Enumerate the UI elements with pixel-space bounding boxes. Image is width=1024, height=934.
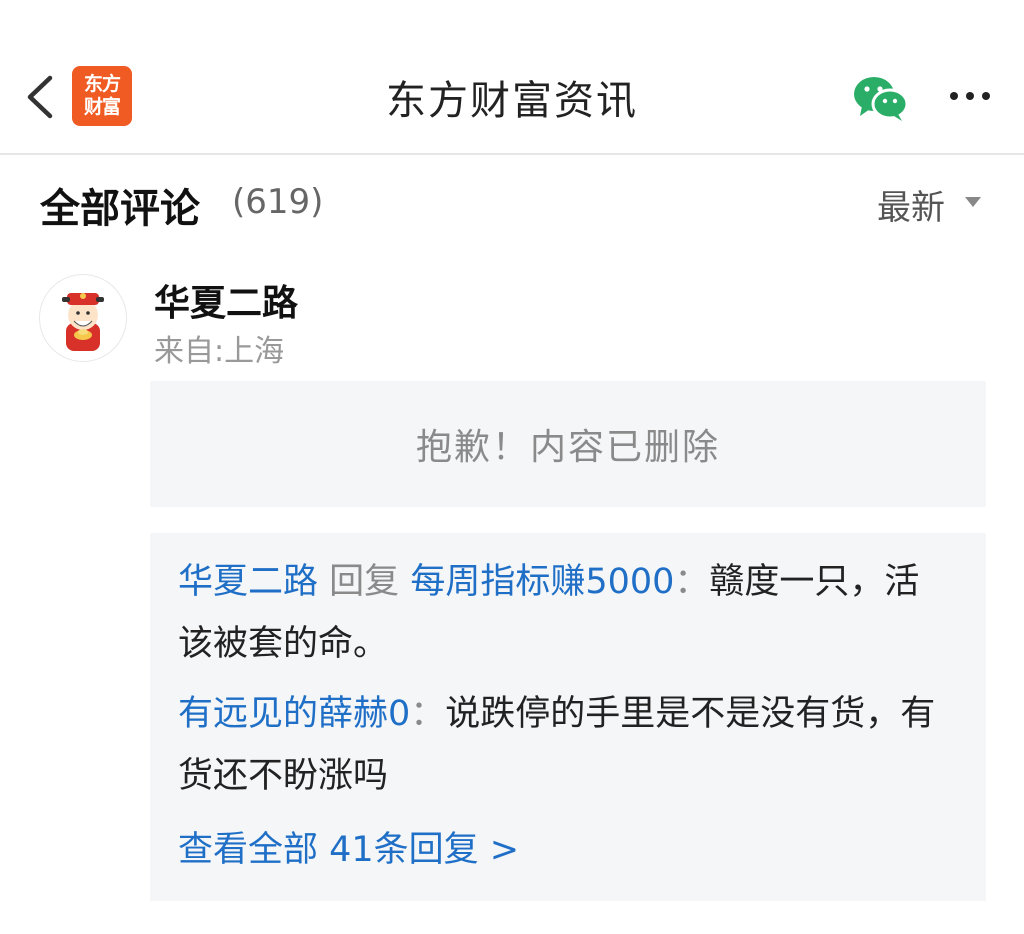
reply-word: 回复 xyxy=(329,562,400,602)
reply-item[interactable]: 有远见的薛赫0：说跌停的手里是不是没有货，有货还不盼涨吗 xyxy=(178,683,938,807)
reply-target[interactable]: 每周指标赚5000 xyxy=(410,562,674,602)
reply-author[interactable]: 华夏二路 xyxy=(178,562,318,602)
more-icon[interactable] xyxy=(946,80,994,112)
view-all-replies-link[interactable]: 查看全部 41条回复 > xyxy=(178,821,519,872)
reply-separator: ： xyxy=(410,694,446,734)
comment-location: 来自:上海 xyxy=(154,334,285,369)
header-divider xyxy=(0,153,1024,155)
wechat-icon[interactable] xyxy=(852,74,910,122)
caret-down-icon[interactable] xyxy=(962,194,984,210)
deleted-content-notice: 抱歉！内容已删除 xyxy=(150,381,986,507)
reply-separator: ： xyxy=(674,562,710,602)
replies-panel: 华夏二路 回复 每周指标赚5000：赣度一只，活该被套的命。 有远见的薛赫0：说… xyxy=(150,533,986,901)
avatar[interactable] xyxy=(39,274,127,362)
top-bar: 东方 财富 东方财富资讯 xyxy=(0,40,1024,154)
reply-item[interactable]: 华夏二路 回复 每周指标赚5000：赣度一只，活该被套的命。 xyxy=(178,551,938,675)
comments-count: (619) xyxy=(232,182,324,222)
fortune-god-avatar-icon xyxy=(62,293,104,351)
deleted-text: 抱歉！内容已删除 xyxy=(415,427,720,468)
comment-username[interactable]: 华夏二路 xyxy=(154,274,298,326)
sort-dropdown[interactable]: 最新 xyxy=(877,180,945,229)
comments-section-title: 全部评论 xyxy=(40,186,200,232)
reply-author[interactable]: 有远见的薛赫0 xyxy=(178,694,410,734)
